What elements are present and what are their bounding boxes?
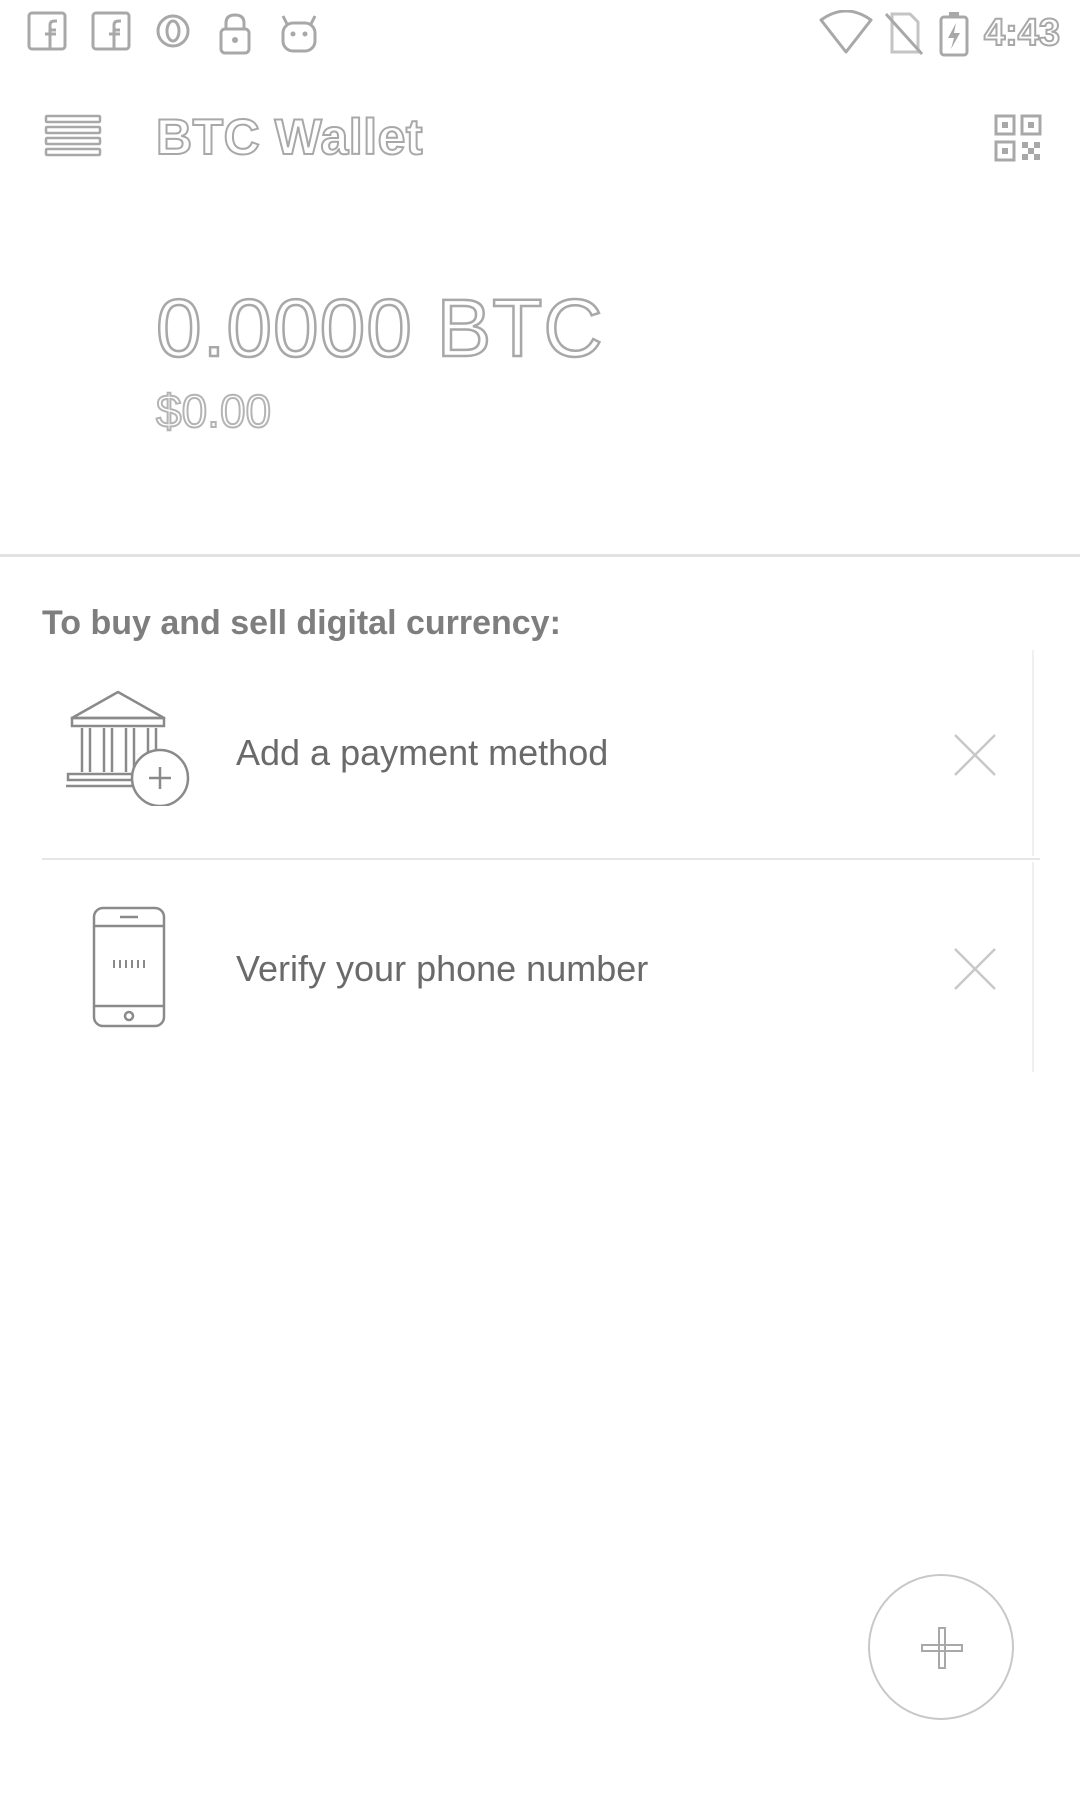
qr-code-button[interactable] [994,114,1042,162]
add-payment-method-label: Add a payment method [236,732,609,773]
facebook-icon [27,11,67,51]
menu-button[interactable] [44,114,102,160]
lock-icon [219,13,251,55]
qr-code-icon [994,114,1042,162]
android-icon [281,15,317,53]
phone-icon [92,906,166,1028]
close-icon [954,948,996,990]
wifi-icon [819,10,873,54]
card-edge [1032,650,1034,856]
page-title: BTC Wallet [155,108,424,166]
fiat-balance: $0.00 [155,384,272,438]
close-icon [954,734,996,776]
onboarding-heading: To buy and sell digital currency: [42,604,561,642]
section-divider [0,554,1080,557]
battery-charging-icon [939,12,969,57]
status-time: 4:43 [983,11,1061,55]
plus-icon [921,1627,963,1669]
verify-phone-label: Verify your phone number [236,948,649,989]
btc-balance: 0.0000 BTC [155,282,604,376]
app-bar: BTC Wallet [0,66,1080,211]
opera-icon [156,14,190,48]
bank-add-icon [66,690,190,806]
card-divider [42,858,1040,860]
facebook-icon [91,11,131,51]
dismiss-payment-card-button[interactable] [952,732,998,778]
verify-phone-card[interactable]: Verify your phone number [42,862,1036,1074]
add-payment-method-card[interactable]: Add a payment method [42,648,1036,860]
hamburger-menu-icon [44,114,102,157]
add-fab-button[interactable] [868,1574,1014,1720]
no-sim-icon [884,12,924,56]
dismiss-phone-card-button[interactable] [952,946,998,992]
status-bar: 4:43 [0,0,1080,66]
